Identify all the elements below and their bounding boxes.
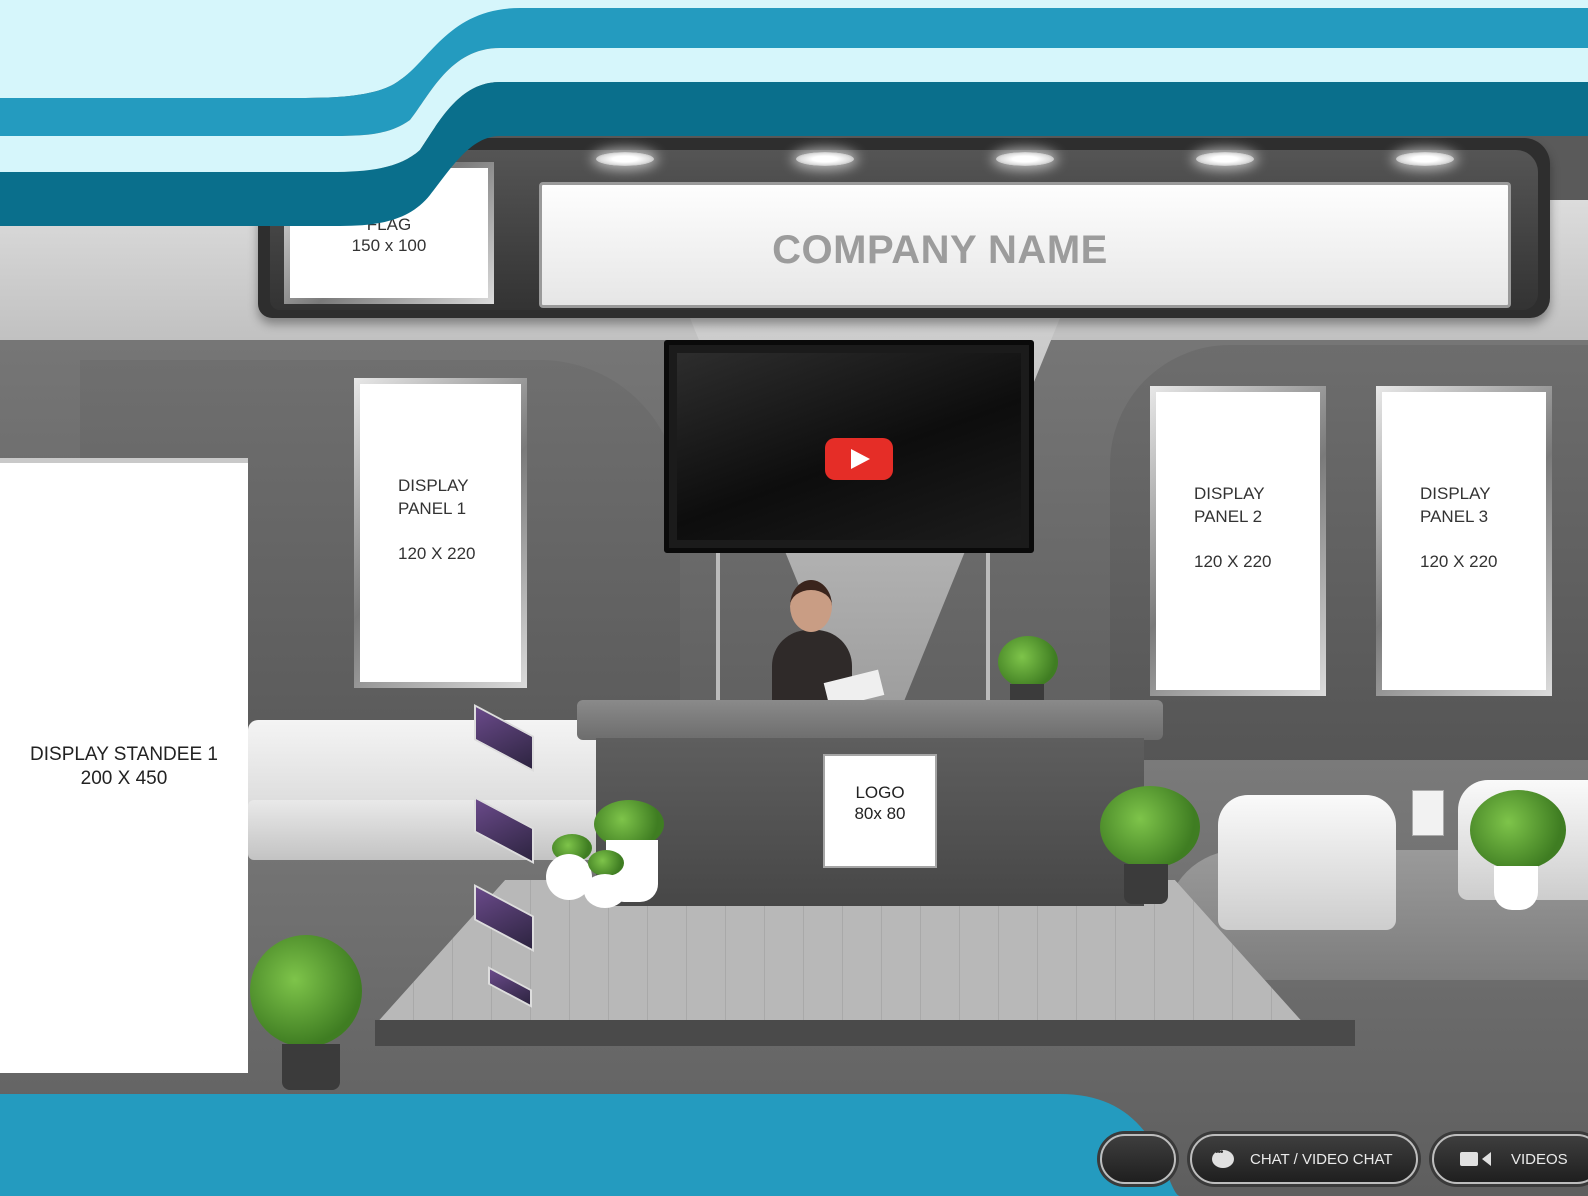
plant-icon (588, 850, 624, 876)
display-panel-3-content: DISPLAY PANEL 3 120 X 220 (1382, 392, 1546, 690)
logo-label: LOGO (855, 783, 905, 802)
display-panel-2-content: DISPLAY PANEL 2 120 X 220 (1156, 392, 1320, 690)
exhibition-booth-scene: COMPANY NAME FLAG 150 x 100 DISPLAY PANE… (0, 0, 1588, 1196)
video-camera-icon (1460, 1152, 1478, 1166)
youtube-play-icon[interactable] (825, 438, 893, 480)
display-panel-1-size: 120 X 220 (398, 544, 476, 563)
tv-pole (986, 550, 990, 710)
toolbar-button-partial[interactable] (1100, 1134, 1176, 1184)
logo-placeholder[interactable]: LOGO 80x 80 (823, 754, 937, 868)
display-panel-1-content: DISPLAY PANEL 1 120 X 220 (360, 384, 521, 682)
video-camera-lens (1482, 1152, 1491, 1166)
receptionist-head (790, 580, 832, 632)
display-panel-1-title: DISPLAY (398, 476, 469, 495)
display-panel-2-size: 120 X 220 (1194, 552, 1272, 571)
table-sign (1412, 790, 1444, 836)
chat-button-label: CHAT / VIDEO CHAT (1250, 1150, 1393, 1168)
standee-label: DISPLAY STANDEE 1 (30, 744, 218, 765)
lounge-chair (1218, 795, 1396, 930)
plant-icon (250, 935, 362, 1047)
stage-edge (375, 1020, 1355, 1046)
wave-bottom (0, 1094, 1180, 1196)
bottom-wave-decoration (0, 1094, 1180, 1196)
display-panel-3-title: DISPLAY (1420, 484, 1491, 503)
counter-plant-icon (998, 636, 1058, 688)
plant-pot (1124, 864, 1168, 904)
tv-display (677, 353, 1021, 540)
display-panel-1-number: PANEL 1 (398, 499, 467, 518)
company-name: COMPANY NAME (772, 227, 1108, 272)
display-panel-3-size: 120 X 220 (1420, 552, 1498, 571)
reception-counter-top (577, 700, 1163, 740)
top-wave-decoration (0, 0, 1588, 226)
plant-pot (282, 1044, 340, 1090)
standee-size: 200 X 450 (80, 768, 168, 789)
display-panel-1[interactable]: DISPLAY PANEL 1 120 X 220 (354, 378, 527, 688)
display-panel-2-number: PANEL 2 (1194, 507, 1263, 526)
display-panel-2-title: DISPLAY (1194, 484, 1265, 503)
display-panel-3[interactable]: DISPLAY PANEL 3 120 X 220 (1376, 386, 1552, 696)
display-panel-2[interactable]: DISPLAY PANEL 2 120 X 220 (1150, 386, 1326, 696)
video-screen[interactable] (664, 340, 1034, 553)
chat-video-chat-button[interactable]: CHAT / VIDEO CHAT (1190, 1134, 1418, 1184)
flag-size: 150 x 100 (351, 236, 427, 255)
logo-size: 80x 80 (854, 804, 906, 823)
videos-button-label: VIDEOS (1511, 1150, 1568, 1168)
plant-icon (1470, 790, 1566, 870)
tv-pole (716, 550, 720, 710)
chat-bubble-icon (1212, 1147, 1234, 1168)
display-panel-3-number: PANEL 3 (1420, 507, 1489, 526)
plant-icon (1100, 786, 1200, 868)
plant-pot (1494, 866, 1538, 910)
plant-pot (584, 874, 626, 908)
videos-button[interactable]: VIDEOS (1432, 1134, 1588, 1184)
display-standee-1[interactable]: DISPLAY STANDEE 1 200 X 450 (0, 458, 248, 1073)
